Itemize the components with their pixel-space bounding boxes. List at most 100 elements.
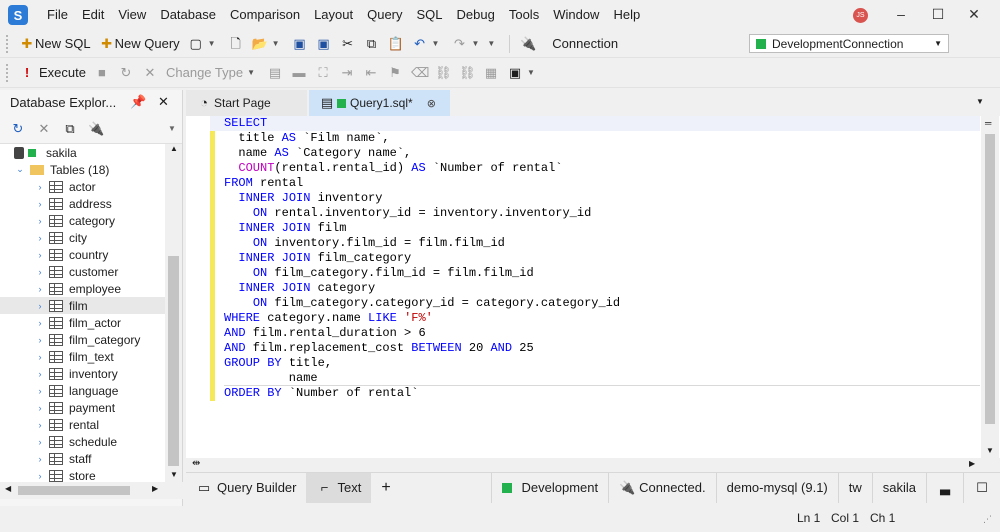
layout-button[interactable]: ▣ ▼ xyxy=(503,62,543,84)
maximize-icon[interactable]: ☐ xyxy=(930,6,946,24)
menu-item-window[interactable]: Window xyxy=(546,0,606,30)
comment-button[interactable]: ▬ xyxy=(287,62,311,84)
code-line[interactable]: INNER JOIN film xyxy=(224,221,984,236)
chevron-right-icon[interactable]: › xyxy=(34,454,46,464)
explorer-horizontal-scrollbar[interactable]: ◀ ▶ xyxy=(0,482,183,499)
indent-button[interactable]: ⇥ xyxy=(335,62,359,84)
tree-table-employee[interactable]: › employee xyxy=(0,280,165,297)
paste-button[interactable]: 📋 xyxy=(384,33,408,55)
tree-table-category[interactable]: › category xyxy=(0,212,165,229)
scroll-right-icon[interactable]: ▶ xyxy=(969,459,975,468)
open-button[interactable]: 📂 ▼ xyxy=(248,33,288,55)
chevron-right-icon[interactable]: › xyxy=(34,420,46,430)
cut-button[interactable]: ✂ xyxy=(336,33,360,55)
code-line[interactable]: INNER JOIN film_category xyxy=(224,251,984,266)
tree-table-film[interactable]: › film xyxy=(0,297,165,314)
menu-item-edit[interactable]: Edit xyxy=(75,0,111,30)
code-line[interactable]: ON rental.inventory_id = inventory.inven… xyxy=(224,206,984,221)
redo-button[interactable]: ↷ ▼ ▼ xyxy=(447,33,503,55)
chevron-right-icon[interactable]: › xyxy=(34,199,46,209)
tree-table-country[interactable]: › country xyxy=(0,246,165,263)
link-button[interactable]: ⛓ xyxy=(431,62,455,84)
chevron-right-icon[interactable]: › xyxy=(34,233,46,243)
tree-table-schedule[interactable]: › schedule xyxy=(0,433,165,450)
scroll-down-icon[interactable]: ▼ xyxy=(170,470,178,479)
explorer-vertical-scrollbar[interactable]: ▲ ▼ xyxy=(165,144,182,482)
scroll-thumb[interactable] xyxy=(985,134,995,424)
menu-item-view[interactable]: View xyxy=(111,0,153,30)
code-line[interactable]: GROUP BY title, xyxy=(224,356,984,371)
chevron-down-icon[interactable]: ▼ xyxy=(168,124,176,133)
query-builder-button[interactable]: ▭ Query Builder xyxy=(186,473,306,503)
code-line[interactable]: WHERE category.name LIKE 'F%' xyxy=(224,311,984,326)
tree-table-language[interactable]: › language xyxy=(0,382,165,399)
tree-table-address[interactable]: › address xyxy=(0,195,165,212)
tab-list-chevron-icon[interactable]: ▼ xyxy=(976,97,984,106)
tab-start-page[interactable]: ◔ Start Page xyxy=(186,90,307,116)
sql-code[interactable]: SELECT title AS `Film name`, name AS `Ca… xyxy=(210,116,984,401)
pin-icon[interactable]: 📌 xyxy=(130,94,146,110)
copy-icon[interactable]: ⧉ xyxy=(62,121,78,137)
tree-table-rental[interactable]: › rental xyxy=(0,416,165,433)
chevron-right-icon[interactable]: › xyxy=(34,318,46,328)
chevron-right-icon[interactable]: › xyxy=(34,403,46,413)
text-mode-button[interactable]: ⌐ Text xyxy=(306,472,372,503)
new-file-button[interactable]: 🗋 xyxy=(224,33,248,55)
chevron-right-icon[interactable]: › xyxy=(34,437,46,447)
code-line[interactable]: ON film_category.category_id = category.… xyxy=(224,296,984,311)
menu-item-comparison[interactable]: Comparison xyxy=(223,0,307,30)
code-line[interactable]: ORDER BY `Number of rental` xyxy=(224,386,984,401)
menu-item-database[interactable]: Database xyxy=(153,0,223,30)
chevron-right-icon[interactable]: › xyxy=(34,471,46,481)
code-line[interactable]: SELECT xyxy=(210,116,980,131)
menu-item-query[interactable]: Query xyxy=(360,0,409,30)
split-icon[interactable]: ═ xyxy=(985,118,991,128)
menu-item-sql[interactable]: SQL xyxy=(410,0,450,30)
new-query-button[interactable]: ✚ New Query xyxy=(95,33,184,55)
code-line[interactable]: title AS `Film name`, xyxy=(224,131,984,146)
chevron-right-icon[interactable]: › xyxy=(34,250,46,260)
editor-horizontal-scrollbar[interactable]: ⇹ ▶ xyxy=(186,458,1000,472)
refresh-button[interactable]: ↻ xyxy=(114,62,138,84)
chevron-right-icon[interactable]: › xyxy=(34,369,46,379)
scroll-down-icon[interactable]: ▼ xyxy=(986,446,994,455)
editor-vertical-scrollbar[interactable]: ═ ▼ xyxy=(981,116,999,458)
delete-icon[interactable]: ✕ xyxy=(36,121,52,137)
tree-table-film_category[interactable]: › film_category xyxy=(0,331,165,348)
toggle-maximize-button[interactable]: ☐ xyxy=(963,472,1000,503)
tree-table-staff[interactable]: › staff xyxy=(0,450,165,467)
toggle-results-button[interactable]: ▃ xyxy=(926,472,963,503)
chevron-right-icon[interactable]: › xyxy=(34,182,46,192)
tree-table-actor[interactable]: › actor xyxy=(0,178,165,195)
chevron-right-icon[interactable]: › xyxy=(34,386,46,396)
tree-table-film_text[interactable]: › film_text xyxy=(0,348,165,365)
close-tab-icon[interactable]: ⊗ xyxy=(427,97,436,110)
menu-item-help[interactable]: Help xyxy=(606,0,647,30)
code-line[interactable]: COUNT(rental.rental_id) AS `Number of re… xyxy=(224,161,984,176)
code-line[interactable]: AND film.rental_duration > 6 xyxy=(224,326,984,341)
execute-button[interactable]: ! Execute xyxy=(15,62,90,84)
code-line[interactable]: INNER JOIN inventory xyxy=(224,191,984,206)
connection-select[interactable]: DevelopmentConnection ▼ xyxy=(749,34,949,53)
save-all-button[interactable]: ▣ xyxy=(312,33,336,55)
format-button[interactable]: ▤ xyxy=(263,62,287,84)
tree-table-city[interactable]: › city xyxy=(0,229,165,246)
chevron-down-icon[interactable]: ⌄ xyxy=(14,164,26,175)
grid-button[interactable]: ▦ xyxy=(479,62,503,84)
scroll-thumb[interactable] xyxy=(168,256,179,466)
user-avatar[interactable]: JS xyxy=(853,8,868,23)
scroll-left-icon[interactable]: ◀ xyxy=(5,484,11,493)
chevron-right-icon[interactable]: › xyxy=(34,267,46,277)
tree-table-store[interactable]: › store xyxy=(0,467,165,483)
clear-button[interactable]: ⌫ xyxy=(407,62,431,84)
tree-table-inventory[interactable]: › inventory xyxy=(0,365,165,382)
menu-item-layout[interactable]: Layout xyxy=(307,0,360,30)
close-window-icon[interactable]: ✕ xyxy=(966,6,982,24)
resize-grip-icon[interactable]: ⋰ xyxy=(983,514,992,525)
expand-button[interactable]: ⛶ xyxy=(311,62,335,84)
split-horizontal-icon[interactable]: ⇹ xyxy=(192,458,200,469)
scroll-thumb[interactable] xyxy=(18,486,130,495)
chevron-right-icon[interactable]: › xyxy=(34,301,46,311)
add-document-button[interactable]: + xyxy=(371,473,400,503)
chevron-right-icon[interactable]: › xyxy=(34,216,46,226)
